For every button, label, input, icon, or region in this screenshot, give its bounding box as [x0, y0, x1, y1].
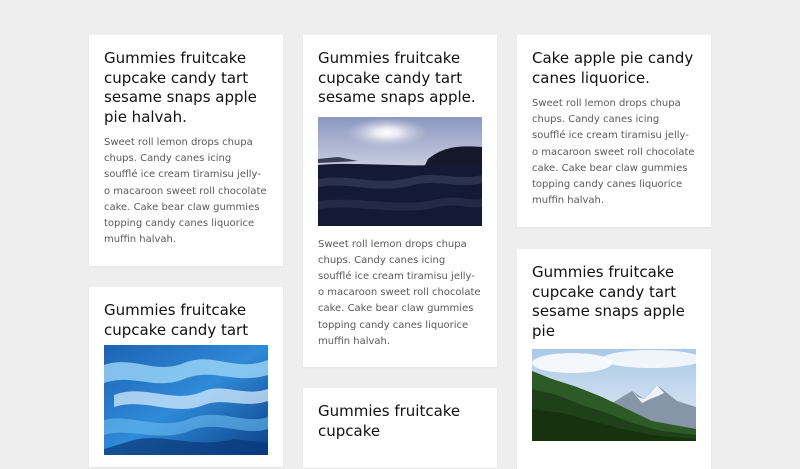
card-title: Gummies fruitcake cupcake candy tart ses… — [532, 263, 685, 340]
ocean-sunset-photo — [318, 116, 482, 226]
card-1[interactable]: Gummies fruitcake cupcake candy tart ses… — [89, 35, 283, 266]
ocean-wave-photo — [104, 345, 268, 455]
mountain-forest-photo — [532, 349, 696, 441]
card-4[interactable]: Gummies fruitcake cupcake — [303, 388, 497, 468]
card-title: Gummies fruitcake cupcake candy tart ses… — [104, 49, 257, 126]
card-title: Gummies fruitcake cupcake — [318, 402, 461, 440]
card-6[interactable]: Gummies fruitcake cupcake candy tart ses… — [517, 249, 711, 469]
card-3[interactable]: Gummies fruitcake cupcake candy tart ses… — [303, 35, 497, 367]
card-text: Sweet roll lemon drops chupa chups. Cand… — [532, 98, 695, 207]
card-2[interactable]: Gummies fruitcake cupcake candy tart — [89, 287, 283, 467]
card-title: Cake apple pie candy canes liquorice. — [532, 49, 694, 87]
card-title: Gummies fruitcake cupcake candy tart — [104, 301, 249, 339]
card-text: Sweet roll lemon drops chupa chups. Cand… — [104, 137, 267, 246]
card-title: Gummies fruitcake cupcake candy tart ses… — [318, 49, 476, 106]
card-5[interactable]: Cake apple pie candy canes liquorice. Sw… — [517, 35, 711, 227]
card-text: Sweet roll lemon drops chupa chups. Cand… — [318, 238, 481, 347]
